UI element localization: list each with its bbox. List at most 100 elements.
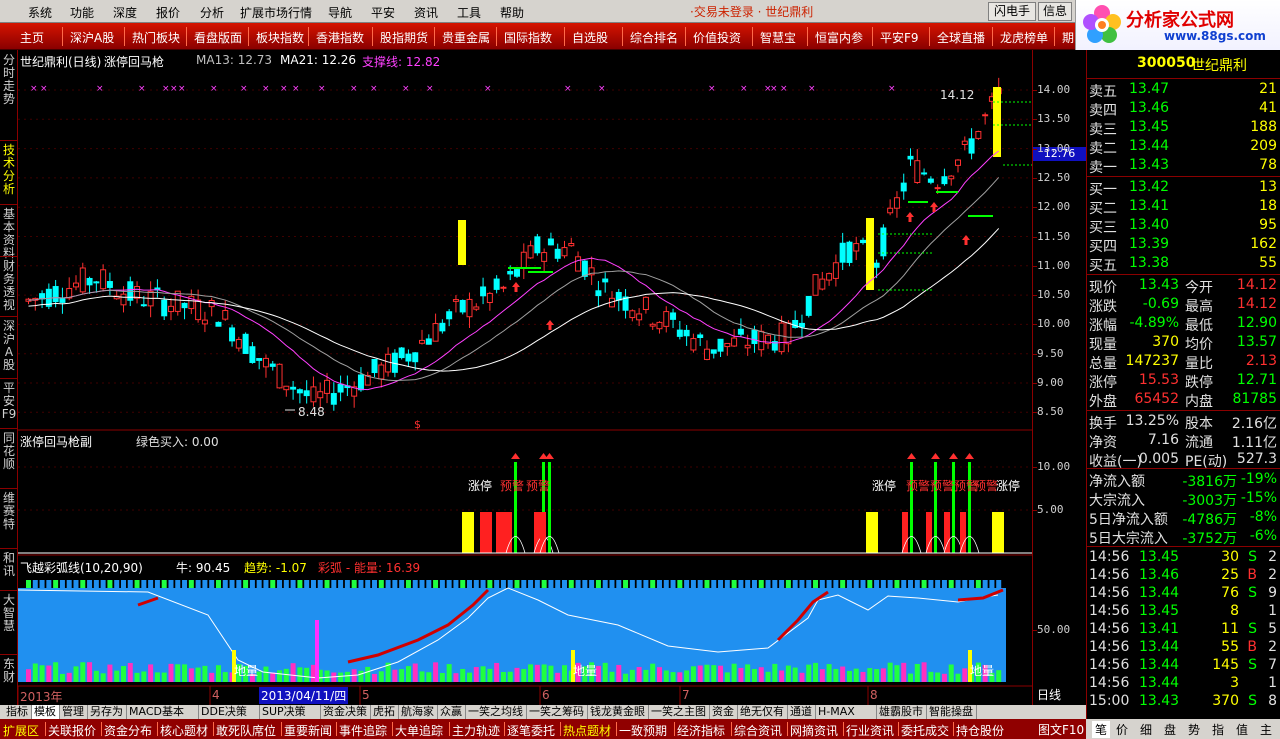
formula-tab-8[interactable]: 虎拓	[371, 705, 399, 719]
formula-tab-20[interactable]: 智能操盘	[927, 705, 977, 719]
left-tab-8[interactable]: 和讯	[1, 552, 17, 578]
menu-system[interactable]: 系统	[28, 4, 52, 21]
toolbar-item-14[interactable]: 平安F9	[880, 29, 919, 46]
left-tab-1[interactable]: 技术分析	[1, 144, 17, 196]
toolbar-item-17[interactable]: 期	[1062, 29, 1074, 46]
ext-tab-11[interactable]: 一致预期	[619, 722, 667, 739]
quote-tab-2[interactable]: 细	[1140, 721, 1152, 738]
left-tab-4[interactable]: 深沪A股	[1, 320, 17, 372]
ext-tab-12[interactable]: 经济指标	[677, 722, 725, 739]
ext-tab-3[interactable]: 核心题材	[160, 722, 208, 739]
formula-tab-14[interactable]: 一笑之主图	[649, 705, 710, 719]
menu-nav[interactable]: 导航	[328, 4, 352, 21]
ext-tab-17[interactable]: 持仓股份	[956, 722, 1004, 739]
menu-quote[interactable]: 报价	[156, 4, 180, 21]
selected-date[interactable]: 2013/04/11/四	[259, 687, 349, 704]
toolbar-separator	[685, 27, 686, 46]
ext-tab-0[interactable]: 扩展区	[3, 722, 39, 739]
formula-tab-5[interactable]: DDE决策	[199, 705, 260, 719]
menu-function[interactable]: 功能	[70, 4, 94, 21]
left-tab-7[interactable]: 维赛特	[1, 492, 17, 531]
menu-tools[interactable]: 工具	[457, 4, 481, 21]
formula-tab-2[interactable]: 管理	[60, 705, 88, 719]
left-tab-5[interactable]: 平安F9	[1, 382, 17, 421]
menu-pingan[interactable]: 平安	[371, 4, 395, 21]
quote-tab-0[interactable]: 笔	[1092, 721, 1111, 738]
menu-help[interactable]: 帮助	[500, 4, 524, 21]
toolbar-item-15[interactable]: 全球直播	[937, 29, 985, 46]
candle-body	[832, 262, 839, 279]
formula-tab-16[interactable]: 绝无仅有	[738, 705, 788, 719]
f10-tab[interactable]: 图文F10	[1038, 721, 1084, 738]
ext-tab-7[interactable]: 大单追踪	[395, 722, 443, 739]
formula-tab-18[interactable]: H-MAX	[816, 705, 877, 719]
formula-tab-10[interactable]: 众赢	[438, 705, 466, 719]
left-tab-10[interactable]: 东财	[1, 658, 17, 684]
kline-chart[interactable]: × × × × × × × × × × × × × × × × × × × × × × ×× × × ×$	[17, 50, 1032, 705]
formula-tab-3[interactable]: 另存为	[88, 705, 127, 719]
formula-tab-9[interactable]: 航海家	[399, 705, 438, 719]
ext-tab-5[interactable]: 重要新闻	[284, 722, 332, 739]
formula-tab-17[interactable]: 通道	[788, 705, 816, 719]
ext-tab-16[interactable]: 委托成交	[901, 722, 949, 739]
left-tab-6[interactable]: 同花顺	[1, 432, 17, 471]
toolbar-item-16[interactable]: 龙虎榜单	[1000, 29, 1048, 46]
info-button[interactable]: 信息	[1038, 2, 1072, 21]
ext-tab-15[interactable]: 行业资讯	[846, 722, 894, 739]
formula-tab-12[interactable]: 一笑之筹码	[527, 705, 588, 719]
formula-tab-7[interactable]: 资金决策	[321, 705, 371, 719]
formula-tab-4[interactable]: MACD基本	[127, 705, 199, 719]
toolbar-item-1[interactable]: 深沪A股	[70, 29, 114, 46]
ext-tab-14[interactable]: 网摘资讯	[790, 722, 838, 739]
toolbar-item-2[interactable]: 热门板块	[132, 29, 180, 46]
menu-analysis[interactable]: 分析	[200, 4, 224, 21]
ext-tab-4[interactable]: 敢死队席位	[216, 722, 276, 739]
period-label[interactable]: 日线	[1037, 686, 1061, 703]
formula-tab-19[interactable]: 雄霸股市	[877, 705, 927, 719]
ext-tab-6[interactable]: 事件追踪	[339, 722, 387, 739]
quote-tab-7[interactable]: 主	[1260, 721, 1272, 738]
left-tab-9[interactable]: 大智慧	[1, 594, 17, 633]
left-tab-3[interactable]: 财务透视	[1, 260, 17, 312]
ext-tab-2[interactable]: 资金分布	[104, 722, 152, 739]
formula-tab-1[interactable]: 模板	[32, 705, 60, 719]
bid-price: 13.41	[1129, 198, 1170, 214]
menu-ext-market[interactable]: 扩展市场行情	[240, 4, 312, 21]
toolbar-item-5[interactable]: 香港指数	[316, 29, 364, 46]
left-tab-0[interactable]: 分时走势	[1, 54, 17, 106]
toolbar-item-7[interactable]: 贵重金属	[442, 29, 490, 46]
formula-tab-11[interactable]: 一笑之均线	[466, 705, 527, 719]
toolbar-item-8[interactable]: 国际指数	[504, 29, 552, 46]
formula-tab-13[interactable]: 钱龙黄金眼	[588, 705, 649, 719]
toolbar-item-4[interactable]: 板块指数	[256, 29, 304, 46]
quote-tab-3[interactable]: 盘	[1164, 721, 1176, 738]
ext-tab-13[interactable]: 综合资讯	[734, 722, 782, 739]
toolbar-item-13[interactable]: 恒富内参	[815, 29, 863, 46]
left-tab-2[interactable]: 基本资料	[1, 208, 17, 260]
formula-tab-6[interactable]: SUP决策	[260, 705, 321, 719]
toolbar-item-11[interactable]: 价值投资	[693, 29, 741, 46]
formula-tab-0[interactable]: 指标	[4, 705, 32, 719]
ext-tab-10[interactable]: 热点题材	[563, 722, 611, 739]
ext-tab-8[interactable]: 主力轨迹	[452, 722, 500, 739]
quote-tab-1[interactable]: 价	[1116, 721, 1128, 738]
formula-tab-15[interactable]: 资金	[710, 705, 738, 719]
toolbar-item-12[interactable]: 智慧宝	[760, 29, 796, 46]
toolbar-item-3[interactable]: 看盘版面	[194, 29, 242, 46]
flash-trade-button[interactable]: 闪电手	[988, 2, 1036, 21]
sub2-top-strip	[148, 580, 154, 588]
ext-tab-9[interactable]: 逐笔委托	[507, 722, 555, 739]
price-axis-tick-line	[1033, 236, 1037, 238]
toolbar-item-0[interactable]: 主页	[20, 29, 44, 46]
quote-tab-5[interactable]: 指	[1212, 721, 1224, 738]
menu-depth[interactable]: 深度	[113, 4, 137, 21]
toolbar-item-6[interactable]: 股指期货	[380, 29, 428, 46]
chart-area[interactable]: × × × × × × × × × × × × × × × × × × × × × × × × × × × $ 世纪鼎利(日线) 涨停…	[17, 50, 1032, 705]
quote-tab-4[interactable]: 势	[1188, 721, 1200, 738]
menu-news[interactable]: 资讯	[414, 4, 438, 21]
quote-tab-6[interactable]: 值	[1236, 721, 1248, 738]
toolbar-item-10[interactable]: 综合排名	[630, 29, 678, 46]
ext-tab-1[interactable]: 关联报价	[48, 722, 96, 739]
toolbar-item-9[interactable]: 自选股	[572, 29, 608, 46]
sub2-top-strip	[107, 580, 113, 588]
